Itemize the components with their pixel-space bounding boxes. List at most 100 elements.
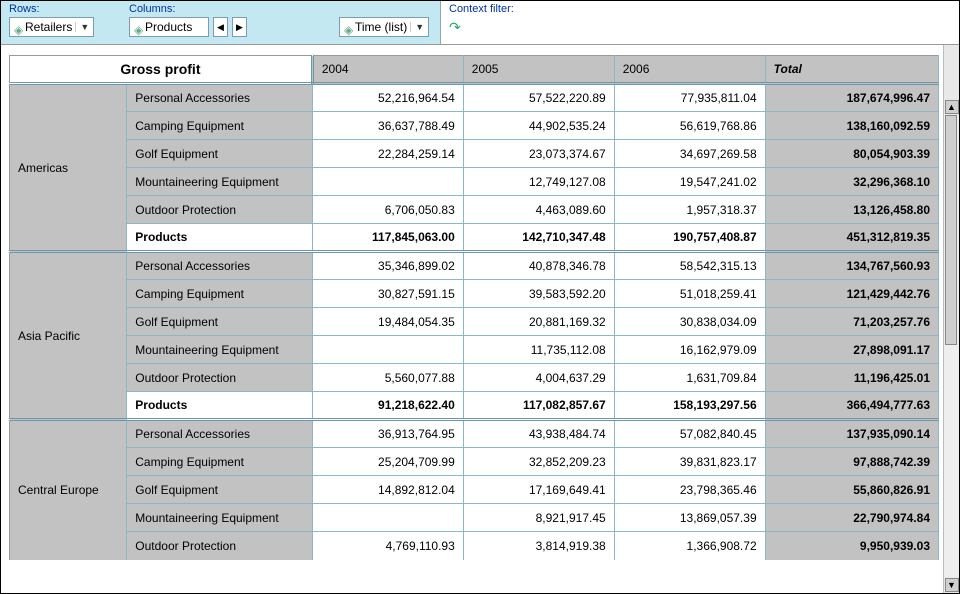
data-cell[interactable]: 3,814,919.38: [463, 532, 614, 560]
data-cell[interactable]: [312, 168, 463, 196]
data-cell[interactable]: 77,935,811.04: [614, 84, 765, 112]
chevron-down-icon[interactable]: ▼: [410, 22, 424, 32]
data-cell[interactable]: 17,169,649.41: [463, 476, 614, 504]
cols-pill-time[interactable]: ◈ Time (list) ▼: [339, 17, 429, 37]
scrollbar-thumb[interactable]: [945, 115, 957, 345]
row-total[interactable]: 71,203,257.76: [765, 308, 938, 336]
subtotal-cell[interactable]: 117,082,857.67: [463, 392, 614, 420]
col-header-total[interactable]: Total: [765, 56, 938, 84]
data-cell[interactable]: 11,735,112.08: [463, 336, 614, 364]
row-total[interactable]: 13,126,458.80: [765, 196, 938, 224]
data-cell[interactable]: 51,018,259.41: [614, 280, 765, 308]
data-cell[interactable]: 57,522,220.89: [463, 84, 614, 112]
data-cell[interactable]: 13,869,057.39: [614, 504, 765, 532]
row-header[interactable]: Golf Equipment: [127, 308, 313, 336]
region-header[interactable]: Asia Pacific: [10, 252, 127, 420]
data-cell[interactable]: 25,204,709.99: [312, 448, 463, 476]
subtotal-label[interactable]: Products: [127, 392, 313, 420]
data-cell[interactable]: 1,957,318.37: [614, 196, 765, 224]
data-cell[interactable]: 30,827,591.15: [312, 280, 463, 308]
row-total[interactable]: 80,054,903.39: [765, 140, 938, 168]
subtotal-cell[interactable]: 158,193,297.56: [614, 392, 765, 420]
data-cell[interactable]: 6,706,050.83: [312, 196, 463, 224]
data-cell[interactable]: 1,631,709.84: [614, 364, 765, 392]
subtotal-cell[interactable]: 142,710,347.48: [463, 224, 614, 252]
data-cell[interactable]: 39,831,823.17: [614, 448, 765, 476]
region-header[interactable]: Americas: [10, 84, 127, 252]
row-total[interactable]: 121,429,442.76: [765, 280, 938, 308]
data-cell[interactable]: 4,769,110.93: [312, 532, 463, 560]
row-header[interactable]: Golf Equipment: [127, 476, 313, 504]
scroll-up-icon[interactable]: ▲: [945, 100, 959, 114]
subtotal-total[interactable]: 366,494,777.63: [765, 392, 938, 420]
data-cell[interactable]: 43,938,484.74: [463, 420, 614, 448]
data-cell[interactable]: 58,542,315.13: [614, 252, 765, 280]
data-cell[interactable]: 52,216,964.54: [312, 84, 463, 112]
data-cell[interactable]: 4,004,637.29: [463, 364, 614, 392]
data-cell[interactable]: 16,162,979.09: [614, 336, 765, 364]
data-cell[interactable]: 12,749,127.08: [463, 168, 614, 196]
data-cell[interactable]: 22,284,259.14: [312, 140, 463, 168]
data-cell[interactable]: 5,560,077.88: [312, 364, 463, 392]
vertical-scrollbar[interactable]: ▲ ▼: [943, 45, 959, 593]
data-cell[interactable]: 19,484,054.35: [312, 308, 463, 336]
data-cell[interactable]: 34,697,269.58: [614, 140, 765, 168]
data-cell[interactable]: 39,583,592.20: [463, 280, 614, 308]
data-cell[interactable]: 32,852,209.23: [463, 448, 614, 476]
row-total[interactable]: 9,950,939.03: [765, 532, 938, 560]
row-header[interactable]: Mountaineering Equipment: [127, 168, 313, 196]
data-cell[interactable]: 35,346,899.02: [312, 252, 463, 280]
col-header[interactable]: 2004: [312, 56, 463, 84]
data-cell[interactable]: 14,892,812.04: [312, 476, 463, 504]
chevron-down-icon[interactable]: ▼: [75, 22, 89, 32]
context-arrow-icon[interactable]: ↷: [449, 17, 951, 36]
col-header[interactable]: 2005: [463, 56, 614, 84]
data-cell[interactable]: 8,921,917.45: [463, 504, 614, 532]
row-header[interactable]: Outdoor Protection: [127, 532, 313, 560]
subtotal-cell[interactable]: 190,757,408.87: [614, 224, 765, 252]
row-header[interactable]: Mountaineering Equipment: [127, 336, 313, 364]
row-total[interactable]: 134,767,560.93: [765, 252, 938, 280]
subtotal-cell[interactable]: 91,218,622.40: [312, 392, 463, 420]
row-header[interactable]: Golf Equipment: [127, 140, 313, 168]
row-header[interactable]: Outdoor Protection: [127, 364, 313, 392]
row-header[interactable]: Personal Accessories: [127, 84, 313, 112]
row-total[interactable]: 11,196,425.01: [765, 364, 938, 392]
data-cell[interactable]: 23,798,365.46: [614, 476, 765, 504]
cols-pill-products[interactable]: ◈ Products: [129, 17, 209, 37]
data-cell[interactable]: 20,881,169.32: [463, 308, 614, 336]
data-cell[interactable]: [312, 504, 463, 532]
row-total[interactable]: 137,935,090.14: [765, 420, 938, 448]
region-header[interactable]: Central Europe: [10, 420, 127, 560]
data-cell[interactable]: 44,902,535.24: [463, 112, 614, 140]
col-header[interactable]: 2006: [614, 56, 765, 84]
subtotal-label[interactable]: Products: [127, 224, 313, 252]
row-header[interactable]: Personal Accessories: [127, 420, 313, 448]
data-cell[interactable]: 40,878,346.78: [463, 252, 614, 280]
data-cell[interactable]: 1,366,908.72: [614, 532, 765, 560]
row-total[interactable]: 55,860,826.91: [765, 476, 938, 504]
row-total[interactable]: 187,674,996.47: [765, 84, 938, 112]
data-cell[interactable]: 57,082,840.45: [614, 420, 765, 448]
row-total[interactable]: 27,898,091.17: [765, 336, 938, 364]
row-header[interactable]: Personal Accessories: [127, 252, 313, 280]
data-cell[interactable]: 36,913,764.95: [312, 420, 463, 448]
data-cell[interactable]: 56,619,768.86: [614, 112, 765, 140]
row-header[interactable]: Camping Equipment: [127, 448, 313, 476]
row-header[interactable]: Camping Equipment: [127, 112, 313, 140]
data-cell[interactable]: 4,463,089.60: [463, 196, 614, 224]
scroll-right-button[interactable]: ▶: [232, 17, 247, 37]
row-total[interactable]: 32,296,368.10: [765, 168, 938, 196]
data-cell[interactable]: 19,547,241.02: [614, 168, 765, 196]
row-total[interactable]: 138,160,092.59: [765, 112, 938, 140]
subtotal-cell[interactable]: 117,845,063.00: [312, 224, 463, 252]
measure-corner[interactable]: Gross profit: [10, 56, 313, 84]
rows-pill-retailers[interactable]: ◈ Retailers ▼: [9, 17, 94, 37]
data-cell[interactable]: 36,637,788.49: [312, 112, 463, 140]
subtotal-total[interactable]: 451,312,819.35: [765, 224, 938, 252]
data-cell[interactable]: 23,073,374.67: [463, 140, 614, 168]
data-cell[interactable]: 30,838,034.09: [614, 308, 765, 336]
scroll-left-button[interactable]: ◀: [213, 17, 228, 37]
row-header[interactable]: Outdoor Protection: [127, 196, 313, 224]
scroll-down-icon[interactable]: ▼: [945, 578, 959, 592]
